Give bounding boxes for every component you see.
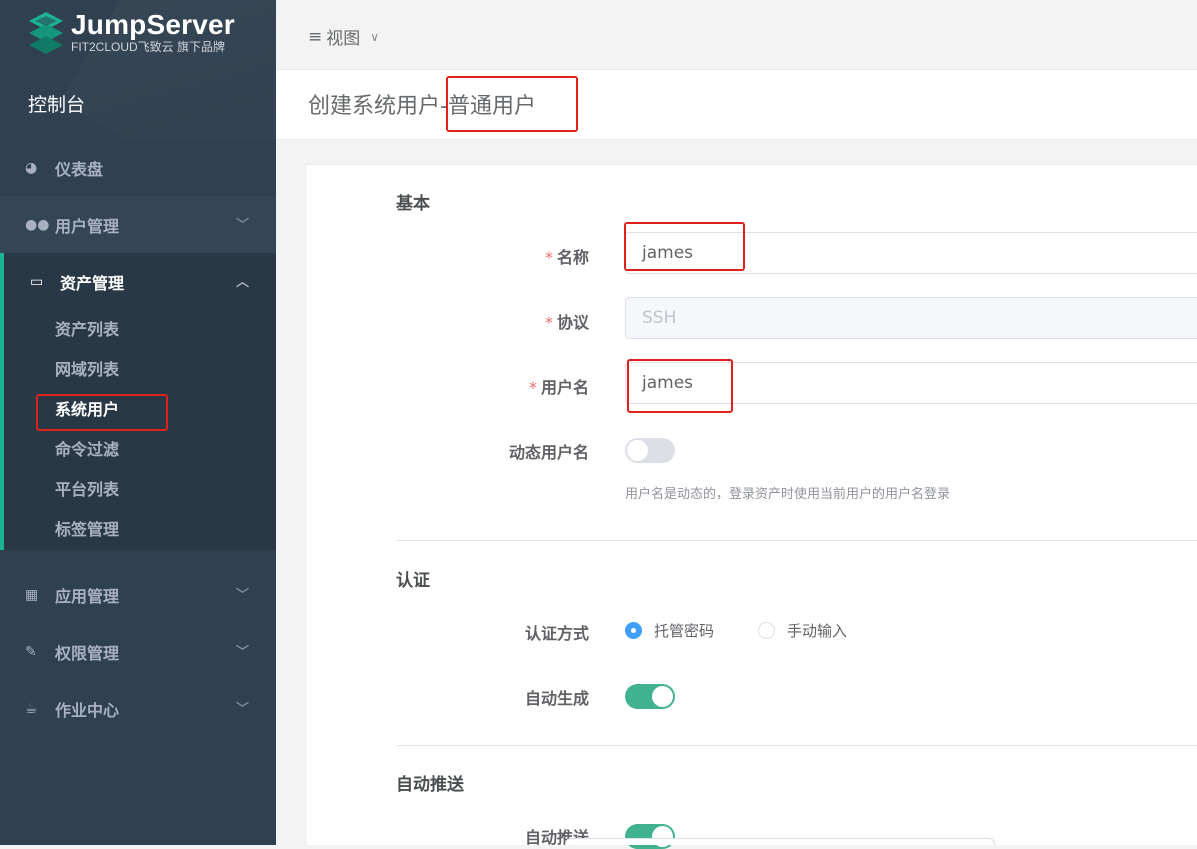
required-mark: * xyxy=(528,378,537,397)
auto-push-label: 自动推送 xyxy=(524,828,589,847)
form-card: 基本 * 名称 james * 协议 SSH * 用户名 james 动态用户名 用户… xyxy=(307,164,1197,849)
chevron-down-icon: ﹀ xyxy=(235,645,249,660)
sidebar-item-users[interactable]: ●● 用户管理 ﹀ xyxy=(0,196,276,253)
grid-icon: ▦ xyxy=(25,586,39,603)
section-divider xyxy=(396,540,1197,541)
page-title: 创建系统用户-普通用户 xyxy=(308,94,536,119)
console-title: 控制台 xyxy=(28,94,86,116)
top-bar: ≡ 视图 ∨ xyxy=(276,0,1197,70)
chevron-down-icon: ﹀ xyxy=(235,588,249,603)
radio-label: 手动输入 xyxy=(787,622,848,640)
auth-option-managed-password[interactable]: 托管密码 xyxy=(625,620,714,641)
required-mark: * xyxy=(544,313,553,332)
sidebar-item-applications[interactable]: ▦ 应用管理 ﹀ xyxy=(0,566,276,623)
menu-bars-icon: ≡ xyxy=(308,26,323,47)
edit-icon: ✎ xyxy=(25,643,37,660)
name-field[interactable]: james xyxy=(625,232,1197,274)
sidebar: JumpServer FIT2CLOUD飞致云 旗下品牌 控制台 ◕ 仪表盘 ●… xyxy=(0,0,276,845)
sidebar-item-label: 权限管理 xyxy=(55,643,120,663)
sidebar-group-assets: ▭ 资产管理 ︿ 资产列表 网域列表 系统用户 命令过滤 平台列表 标签管理 xyxy=(0,253,276,550)
toggle-knob xyxy=(627,440,648,461)
sidebar-item-label: 作业中心 xyxy=(55,700,120,720)
jumpserver-logo-icon xyxy=(29,12,63,54)
protocol-label-text: 协议 xyxy=(556,313,589,332)
protocol-field: SSH xyxy=(625,297,1197,339)
chevron-down-icon: ﹀ xyxy=(235,702,249,717)
toggle-knob xyxy=(652,686,673,707)
protocol-label: * 协议 xyxy=(389,309,589,333)
inbox-icon: ▭ xyxy=(30,273,44,290)
radio-unchecked-icon xyxy=(758,622,775,639)
sidebar-subitem-system-user[interactable]: 系统用户 xyxy=(4,390,276,430)
auth-method-label: 认证方式 xyxy=(524,624,589,643)
auto-push-toggle[interactable] xyxy=(625,824,675,849)
sidebar-subitem-domain-list[interactable]: 网域列表 xyxy=(4,350,276,390)
sidebar-item-label: 用户管理 xyxy=(55,216,120,236)
logo-area: JumpServer FIT2CLOUD飞致云 旗下品牌 控制台 xyxy=(0,0,276,139)
sidebar-subitem-label-management[interactable]: 标签管理 xyxy=(4,510,276,550)
floating-panel-edge xyxy=(565,838,995,845)
section-title-auth: 认证 xyxy=(396,571,430,591)
username-label-text: 用户名 xyxy=(540,378,589,397)
users-icon: ●● xyxy=(25,216,50,233)
brand-name: JumpServer xyxy=(71,9,235,40)
page-heading: 创建系统用户-普通用户 xyxy=(276,70,1197,140)
sidebar-item-dashboard[interactable]: ◕ 仪表盘 xyxy=(0,139,276,196)
view-menu-label: 视图 xyxy=(326,29,361,49)
sidebar-subitem-command-filter[interactable]: 命令过滤 xyxy=(4,430,276,470)
brand-subtitle: FIT2CLOUD飞致云 旗下品牌 xyxy=(71,40,226,54)
sidebar-subitem-asset-list[interactable]: 资产列表 xyxy=(4,310,276,350)
sidebar-item-assets[interactable]: ▭ 资产管理 ︿ xyxy=(4,253,276,310)
dynamic-username-toggle[interactable] xyxy=(625,438,675,463)
coffee-icon: ☕ xyxy=(25,700,38,717)
name-label: * 名称 xyxy=(389,244,589,268)
dynamic-username-hint: 用户名是动态的，登录资产时使用当前用户的用户名登录 xyxy=(625,487,951,502)
section-title-auto-push: 自动推送 xyxy=(396,775,464,795)
chevron-down-icon: ∨ xyxy=(370,29,380,44)
section-divider xyxy=(396,745,1197,746)
auth-option-manual-input[interactable]: 手动输入 xyxy=(758,620,847,641)
auto-generate-toggle[interactable] xyxy=(625,684,675,709)
radio-checked-icon xyxy=(625,622,642,639)
dynamic-username-label: 动态用户名 xyxy=(508,443,589,462)
username-field[interactable]: james xyxy=(625,362,1197,404)
chevron-up-icon: ︿ xyxy=(235,275,249,290)
sidebar-subitem-platform-list[interactable]: 平台列表 xyxy=(4,470,276,510)
required-mark: * xyxy=(544,248,553,267)
chevron-down-icon: ﹀ xyxy=(235,218,249,233)
section-title-basic: 基本 xyxy=(396,194,430,214)
radio-label: 托管密码 xyxy=(654,622,715,640)
sidebar-item-permissions[interactable]: ✎ 权限管理 ﹀ xyxy=(0,623,276,680)
view-menu[interactable]: ≡ 视图 ∨ xyxy=(308,24,380,50)
dashboard-icon: ◕ xyxy=(25,159,38,176)
auto-generate-label: 自动生成 xyxy=(524,689,589,708)
sidebar-item-label: 资产管理 xyxy=(60,273,125,293)
sidebar-item-label: 应用管理 xyxy=(55,586,120,606)
sidebar-rest: ▦ 应用管理 ﹀ ✎ 权限管理 ﹀ ☕ 作业中心 ﹀ xyxy=(0,566,276,737)
username-label: * 用户名 xyxy=(389,374,589,398)
sidebar-item-ops[interactable]: ☕ 作业中心 ﹀ xyxy=(0,680,276,737)
sidebar-item-label: 仪表盘 xyxy=(55,159,104,179)
logo[interactable]: JumpServer FIT2CLOUD飞致云 旗下品牌 xyxy=(27,10,235,54)
name-label-text: 名称 xyxy=(556,248,589,267)
